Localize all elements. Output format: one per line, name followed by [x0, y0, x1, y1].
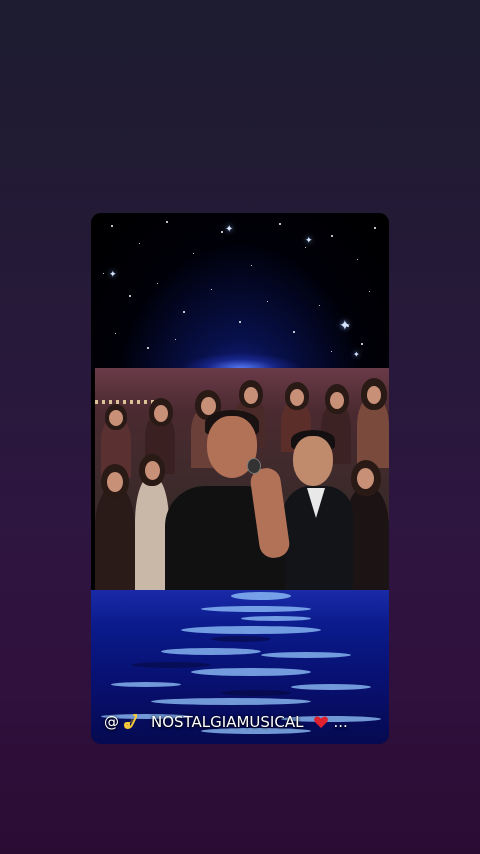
star	[103, 273, 104, 274]
star	[331, 351, 332, 352]
audience-member	[367, 386, 381, 404]
star	[267, 301, 268, 302]
star	[251, 265, 252, 266]
sparkle-star-icon: ✦	[109, 270, 117, 280]
starry-sky-background: ✦ ✦ ✦ ✦ ✦	[91, 213, 389, 373]
star	[129, 295, 131, 297]
saxophone-icon	[123, 714, 139, 730]
audience-member	[135, 478, 169, 590]
audience-member	[145, 461, 160, 480]
channel-name: NOSTALGIAMUSICAL	[151, 713, 304, 731]
sparkle-star-icon: ✦	[225, 224, 234, 235]
audience-member	[357, 468, 374, 489]
channel-caption[interactable]: @ NOSTALGIAMUSICAL ...	[104, 711, 348, 733]
star	[221, 231, 223, 233]
wave-highlight	[241, 616, 311, 621]
wave-highlight	[191, 668, 311, 676]
star	[361, 343, 363, 345]
star	[111, 225, 113, 227]
wave-highlight	[231, 592, 291, 600]
status-media-card[interactable]: ✦ ✦ ✦ ✦ ✦ @ NOSTALGIAMUSICAL ...	[91, 213, 389, 744]
red-heart-icon	[313, 714, 329, 730]
audience-member	[290, 389, 304, 406]
sparkle-star-icon: ✦	[305, 236, 313, 246]
star	[239, 321, 241, 323]
wave-highlight	[161, 648, 261, 655]
concert-video-frame[interactable]	[95, 368, 389, 590]
wave-highlight	[111, 682, 181, 687]
star	[331, 235, 333, 237]
star	[293, 331, 295, 333]
star	[211, 289, 212, 290]
audience-member	[95, 488, 135, 590]
backing-singer-head	[293, 436, 333, 486]
audience-member	[244, 387, 258, 404]
wave-highlight	[291, 684, 371, 690]
wave-highlight	[201, 606, 311, 612]
wave-shadow	[131, 662, 211, 668]
sparkle-star-icon: ✦	[339, 318, 351, 334]
star	[193, 253, 194, 254]
wave-shadow	[221, 690, 291, 696]
star	[157, 283, 158, 284]
audience-member	[109, 410, 123, 426]
microphone-icon	[247, 458, 261, 474]
wave-shadow	[211, 636, 271, 642]
audience-member	[154, 405, 168, 422]
star	[175, 339, 176, 340]
caption-ellipsis: ...	[333, 713, 348, 731]
sparkle-star-icon: ✦	[353, 350, 360, 359]
star	[183, 311, 185, 313]
star	[279, 223, 281, 225]
at-symbol: @	[104, 713, 119, 731]
star	[319, 305, 320, 306]
star	[115, 333, 116, 334]
star	[139, 243, 140, 244]
star	[357, 259, 358, 260]
wave-highlight	[181, 626, 321, 634]
star	[305, 247, 306, 248]
star	[147, 347, 149, 349]
star	[166, 221, 168, 223]
audience-member	[107, 472, 123, 492]
wave-highlight	[261, 652, 351, 658]
star	[374, 227, 376, 229]
audience-member	[330, 392, 344, 409]
star	[369, 291, 370, 292]
wave-highlight	[151, 698, 311, 705]
